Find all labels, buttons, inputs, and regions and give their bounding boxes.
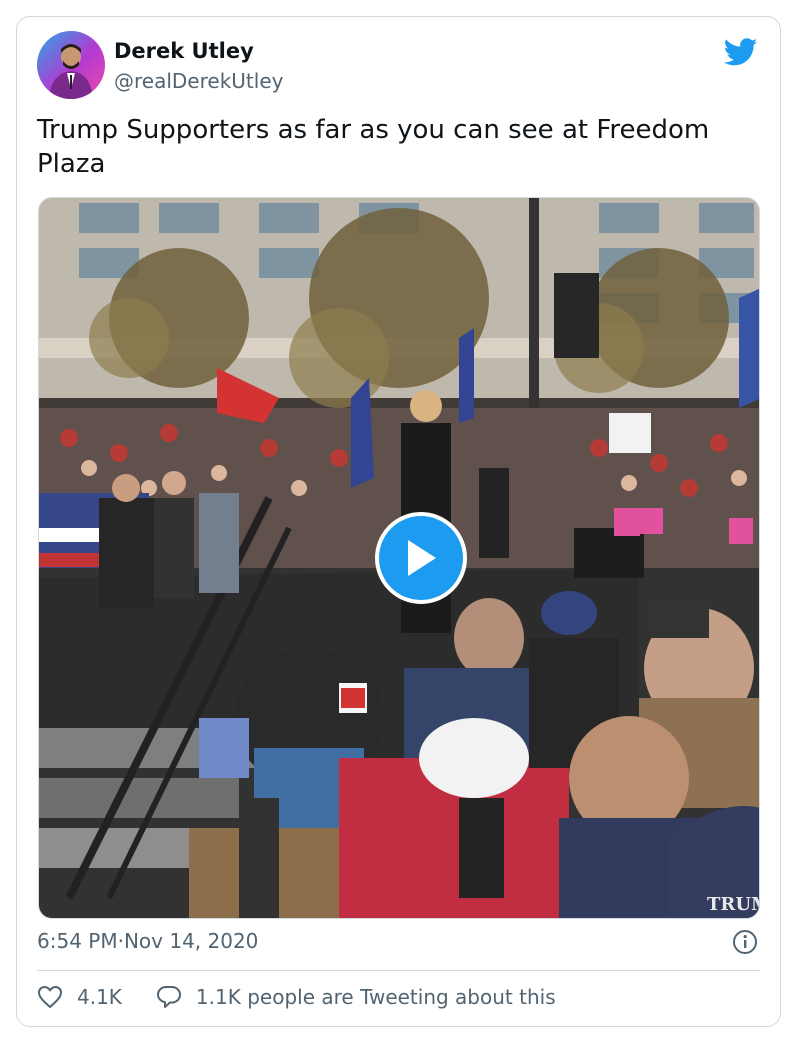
author-handle[interactable]: @realDerekUtley	[114, 69, 283, 93]
video-player[interactable]: TRUMP	[38, 197, 760, 919]
play-icon	[408, 540, 436, 576]
speech-bubble-icon	[156, 986, 181, 1008]
tweeting-about-link[interactable]: 1.1K people are Tweeting about this	[156, 985, 556, 1009]
twitter-bird-icon[interactable]	[724, 35, 758, 69]
tweet-card[interactable]: Derek Utley @realDerekUtley Trump Suppor…	[16, 16, 781, 1027]
info-icon[interactable]	[732, 929, 758, 955]
tweeting-about-text: 1.1K people are Tweeting about this	[195, 985, 556, 1009]
heart-icon	[37, 985, 63, 1009]
avatar[interactable]	[37, 31, 105, 99]
tweet-time: 6:54 PM	[37, 929, 118, 953]
author-name[interactable]: Derek Utley	[114, 39, 254, 63]
tweet-date: Nov 14, 2020	[123, 929, 259, 953]
like-count: 4.1K	[77, 985, 122, 1009]
play-button[interactable]	[375, 512, 467, 604]
divider	[37, 970, 760, 971]
tweet-actions: 4.1K 1.1K people are Tweeting about this	[37, 985, 556, 1009]
like-button[interactable]: 4.1K	[37, 985, 122, 1009]
tweet-timestamp[interactable]: 6:54 PM · Nov 14, 2020	[37, 929, 258, 953]
tweet-text: Trump Supporters as far as you can see a…	[37, 115, 710, 179]
